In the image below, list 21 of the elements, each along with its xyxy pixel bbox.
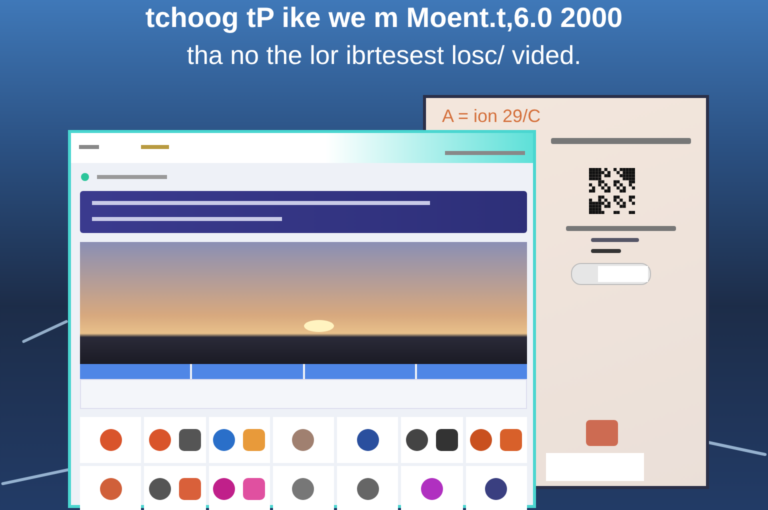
- app-tile[interactable]: [466, 417, 527, 463]
- app-tile[interactable]: [80, 466, 142, 510]
- app-tile[interactable]: [337, 417, 398, 463]
- app-tile[interactable]: [272, 466, 334, 510]
- subtitle: tha no the lor ibrtesest losc/ vided.: [186, 40, 582, 71]
- app-tile[interactable]: [272, 417, 334, 463]
- qr-code-icon: [589, 168, 635, 214]
- app-tile[interactable]: [401, 417, 463, 463]
- app-tile[interactable]: [337, 466, 398, 510]
- app-tile[interactable]: [466, 466, 527, 510]
- placeholder-line: [591, 238, 639, 242]
- app-tile[interactable]: [144, 466, 206, 510]
- app-tile[interactable]: [401, 466, 463, 510]
- placeholder-line: [591, 249, 621, 253]
- card-title: A = ion 29/C: [442, 106, 541, 127]
- app-tile[interactable]: [208, 466, 270, 510]
- app-tile[interactable]: [144, 417, 206, 463]
- app-tile[interactable]: [208, 417, 270, 463]
- headline: tchoog tP ike we m Moent.t,6.0 2000: [144, 2, 624, 34]
- app-tile[interactable]: [80, 417, 142, 463]
- status-dot-icon: [81, 173, 89, 181]
